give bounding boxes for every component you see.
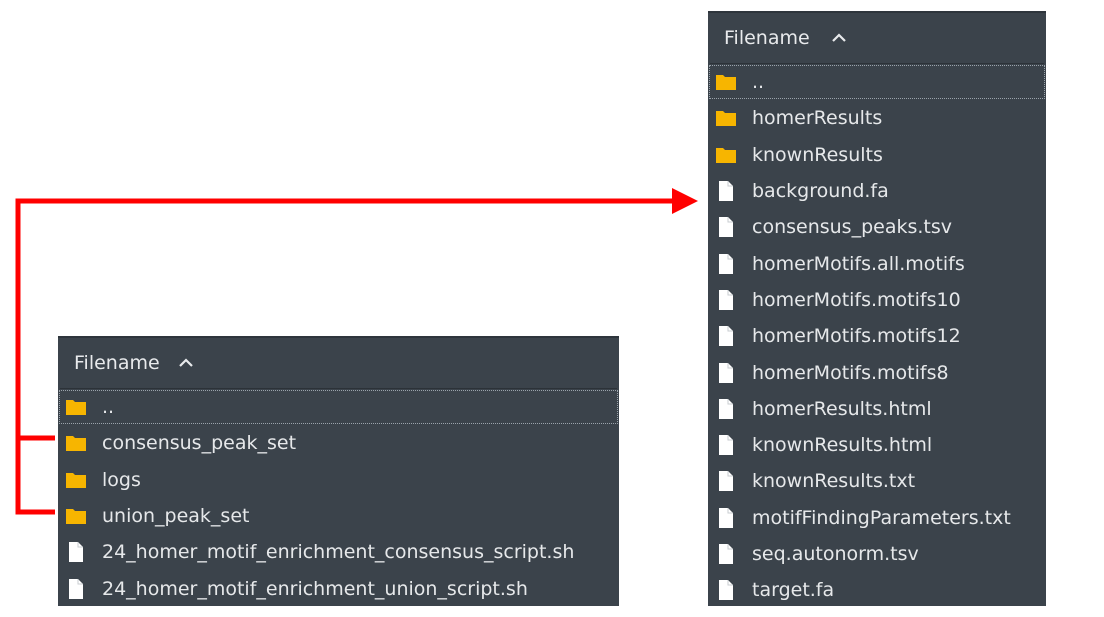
file-icon bbox=[719, 580, 733, 601]
file-name: homerResults bbox=[752, 107, 883, 130]
folder-icon bbox=[716, 147, 736, 163]
file-icon bbox=[719, 326, 733, 347]
file-row[interactable]: knownResults.html bbox=[708, 427, 1046, 463]
filename-header-label: Filename bbox=[74, 352, 160, 374]
chevron-up-icon[interactable] bbox=[831, 33, 847, 43]
file-name: homerResults.html bbox=[752, 397, 932, 420]
folder-icon bbox=[66, 472, 86, 488]
file-name: 24_homer_motif_enrichment_union_script.s… bbox=[102, 577, 528, 600]
folder-row[interactable]: consensus_peak_set bbox=[58, 425, 619, 461]
file-row[interactable]: homerResults.html bbox=[708, 391, 1046, 427]
file-icon bbox=[719, 435, 733, 456]
file-name: background.fa bbox=[752, 180, 889, 203]
arrow-head-icon bbox=[672, 188, 698, 214]
file-name: homerMotifs.all.motifs bbox=[752, 252, 965, 275]
file-icon bbox=[719, 362, 733, 383]
file-icon bbox=[719, 181, 733, 202]
file-icon bbox=[69, 578, 83, 599]
file-name: 24_homer_motif_enrichment_consensus_scri… bbox=[102, 541, 575, 564]
file-row[interactable]: background.fa bbox=[708, 173, 1046, 209]
folder-row[interactable]: homerResults bbox=[708, 100, 1046, 136]
file-row[interactable]: knownResults.txt bbox=[708, 463, 1046, 499]
file-row[interactable]: motifFindingParameters.txt bbox=[708, 500, 1046, 536]
file-row[interactable]: homerMotifs.motifs10 bbox=[708, 282, 1046, 318]
file-name: .. bbox=[752, 71, 765, 94]
file-name: homerMotifs.motifs12 bbox=[752, 325, 961, 348]
file-list-right: .. homerResults knownResults background.fa c… bbox=[708, 64, 1046, 606]
file-icon bbox=[69, 542, 83, 563]
file-icon bbox=[719, 544, 733, 564]
folder-icon bbox=[66, 400, 86, 416]
folder-row[interactable]: .. bbox=[58, 389, 619, 425]
file-list-panel-left: Filename .. consensus_peak_setlogs union_p… bbox=[58, 336, 619, 606]
file-row[interactable]: homerMotifs.motifs8 bbox=[708, 354, 1046, 390]
file-name: knownResults.txt bbox=[752, 470, 916, 493]
folder-row[interactable]: knownResults bbox=[708, 137, 1046, 173]
file-name: target.fa bbox=[752, 579, 835, 602]
filename-column-header[interactable]: Filename bbox=[710, 13, 1044, 64]
folder-row[interactable]: union_peak_set bbox=[58, 498, 619, 534]
file-row[interactable]: 24_homer_motif_enrichment_consensus_scri… bbox=[58, 534, 619, 570]
file-name: knownResults.html bbox=[752, 434, 933, 457]
file-row[interactable]: consensus_peaks.tsv bbox=[708, 209, 1046, 245]
file-name: homerMotifs.motifs10 bbox=[752, 288, 961, 311]
filename-column-header[interactable]: Filename bbox=[60, 338, 617, 389]
file-row[interactable]: homerMotifs.motifs12 bbox=[708, 318, 1046, 354]
file-list-left: .. consensus_peak_setlogs union_peak_set 24… bbox=[58, 389, 619, 606]
file-name: union_peak_set bbox=[102, 505, 250, 528]
file-name: seq.autonorm.tsv bbox=[752, 543, 919, 565]
file-name: homerMotifs.motifs8 bbox=[752, 361, 949, 384]
file-icon bbox=[719, 289, 733, 310]
file-row[interactable]: homerMotifs.all.motifs bbox=[708, 245, 1046, 281]
file-name: .. bbox=[102, 396, 115, 419]
file-row[interactable]: 24_homer_motif_enrichment_union_script.s… bbox=[58, 570, 619, 606]
file-list-panel-right: Filename .. homerResults knownResults backg… bbox=[708, 11, 1046, 606]
file-name: consensus_peak_set bbox=[102, 432, 297, 455]
folder-icon bbox=[66, 509, 86, 525]
file-icon bbox=[719, 253, 733, 274]
folder-row[interactable]: .. bbox=[708, 64, 1046, 100]
file-row[interactable]: seq.autonorm.tsv bbox=[708, 536, 1046, 572]
file-icon bbox=[719, 507, 733, 528]
file-name: knownResults bbox=[752, 143, 883, 166]
chevron-up-icon[interactable] bbox=[178, 358, 194, 368]
file-icon bbox=[719, 217, 733, 238]
file-name: consensus_peaks.tsv bbox=[752, 216, 953, 239]
folder-row[interactable]: logs bbox=[58, 462, 619, 498]
file-row[interactable]: target.fa bbox=[708, 572, 1046, 606]
folder-icon bbox=[716, 75, 736, 91]
filename-header-label: Filename bbox=[724, 27, 810, 49]
file-icon bbox=[719, 471, 733, 492]
file-name: motifFindingParameters.txt bbox=[752, 506, 1011, 529]
folder-icon bbox=[716, 111, 736, 127]
folder-icon bbox=[66, 436, 86, 452]
file-icon bbox=[719, 398, 733, 419]
arrow-bracket-line bbox=[15, 435, 55, 515]
file-name: logs bbox=[102, 468, 141, 491]
